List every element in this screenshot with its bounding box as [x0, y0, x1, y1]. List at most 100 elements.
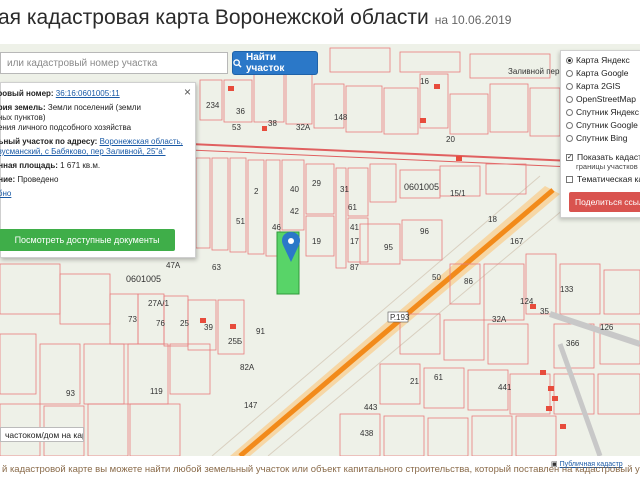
layer-option-google-satellite[interactable]: Спутник Google: [566, 119, 638, 131]
parcel-label: 441: [498, 383, 512, 392]
layer-option-2gis-map[interactable]: Карта 2GIS: [566, 80, 620, 92]
parcel-label: 96: [420, 227, 429, 236]
question-badge[interactable]: частоком/дом на карте?: [0, 427, 84, 442]
parcel-label: 91: [256, 327, 265, 336]
layer-option-bing-satellite[interactable]: Спутник Bing: [566, 132, 627, 144]
parcel-label: 2: [254, 187, 259, 196]
radio-icon: [566, 134, 573, 142]
parcel-label: 61: [434, 373, 443, 382]
view-documents-button[interactable]: Посмотреть доступные документы: [0, 229, 175, 251]
layer-label: Спутник Яндекс: [576, 107, 639, 117]
parcel-label: 40: [290, 185, 299, 194]
parcel-label: 366: [566, 339, 580, 348]
layer-option-yandex-map[interactable]: Карта Яндекс: [566, 54, 630, 66]
map-layers-panel: Карта Яндекс Карта Google Карта 2GIS Ope…: [560, 50, 640, 218]
parcel-label: 51: [236, 217, 245, 226]
parcel-label: 76: [156, 319, 165, 328]
parcel-label: 93: [66, 389, 75, 398]
radio-icon: [566, 69, 573, 77]
radio-icon: [566, 56, 573, 64]
area-value: 1 671 кв.м.: [60, 161, 101, 170]
parcel-label: 21: [410, 377, 419, 386]
parcel-label: 82А: [240, 363, 255, 372]
land-category-value: Земли поселений (земли: [47, 103, 142, 112]
parcel-info-panel: × стровый номер: 36:16:0601005:11 тория …: [0, 82, 196, 258]
radio-icon: [566, 108, 573, 116]
parcel-label: 16: [420, 77, 429, 86]
status-value: Проведено: [17, 175, 59, 184]
area-label: ненная площадь:: [0, 161, 58, 170]
parcel-label: 63: [212, 263, 221, 272]
layer-option-osm[interactable]: OpenStreetMap: [566, 93, 636, 105]
parcel-label: 443: [364, 403, 378, 412]
layer-label: Карта Google: [576, 68, 629, 78]
layer-option-yandex-satellite[interactable]: Спутник Яндекс: [566, 106, 639, 118]
parcel-label: 438: [360, 429, 374, 438]
share-link-button[interactable]: Поделиться ссыл: [569, 192, 640, 212]
parcel-label: 32А: [492, 315, 507, 324]
parcel-label: 147: [244, 401, 258, 410]
radio-icon: [566, 82, 573, 90]
status-label: вание:: [0, 175, 16, 184]
checkbox-label: Показать кадастров: [577, 152, 640, 162]
search-input[interactable]: или кадастровый номер участка: [0, 52, 228, 74]
layer-label: Карта Яндекс: [576, 55, 630, 65]
layer-label: Карта 2GIS: [576, 81, 621, 91]
layer-label: Спутник Bing: [576, 133, 628, 143]
parcel-label: 148: [334, 113, 348, 122]
radio-icon: [566, 95, 573, 103]
find-parcel-button[interactable]: Найти участок: [232, 51, 318, 75]
checkbox-checked-icon: ✓: [566, 153, 573, 161]
land-category-label: тория земель:: [0, 103, 46, 112]
address-value[interactable]: Воронежская область,: [100, 137, 183, 146]
thematic-map-checkbox[interactable]: Тематическая карт: [566, 173, 640, 185]
footer-description: й кадастровой карте вы можете найти любо…: [2, 464, 640, 475]
parcel-label: 86: [464, 277, 473, 286]
land-category-value-2: енных пунктов): [0, 113, 46, 122]
parcel-label: 167: [510, 237, 524, 246]
parcel-label: 39: [204, 323, 213, 332]
search-placeholder: или кадастровый номер участка: [7, 58, 158, 69]
page-title-text: ая кадастровая карта Воронежской области: [0, 6, 429, 29]
layer-option-google-map[interactable]: Карта Google: [566, 67, 629, 79]
block-label: 0601005: [404, 182, 439, 192]
block-label: 0601005: [126, 274, 161, 284]
parcel-label: 25: [180, 319, 189, 328]
parcel-label: 15/1: [450, 189, 466, 198]
parcel-label: 35: [540, 307, 549, 316]
parcel-label: 21: [348, 187, 357, 196]
road-badge: Р.193: [390, 313, 410, 322]
cadastral-number-label: стровый номер:: [0, 89, 54, 98]
parcel-label: 20: [446, 135, 455, 144]
parcel-label: 27А/1: [148, 299, 169, 308]
find-parcel-label: Найти участок: [245, 52, 285, 74]
parcel-label: 73: [128, 315, 137, 324]
parcel-label: 17: [350, 237, 359, 246]
parcel-label: 124: [520, 297, 534, 306]
details-link[interactable]: робно: [0, 189, 11, 198]
parcel-label: 133: [560, 285, 574, 294]
checkbox-sublabel: границы участков: [576, 162, 638, 171]
parcel-label: 29: [312, 179, 321, 188]
parcel-label: 95: [384, 243, 393, 252]
address-value-2[interactable]: вовусманский, с Бабяково, пер Заливной, …: [0, 147, 166, 156]
parcel-label: 42: [290, 207, 299, 216]
cadastral-number-link[interactable]: 36:16:0601005:11: [56, 89, 120, 98]
parcel-label: 50: [432, 273, 441, 282]
land-usage-value: едения личного подсобного хозяйства: [0, 123, 132, 132]
parcel-label: 126: [600, 323, 614, 332]
parcel-label: 119: [150, 387, 163, 396]
parcel-label: 19: [312, 237, 321, 246]
street-label: Заливной пер.: [508, 67, 562, 76]
parcel-label: 47А: [166, 261, 181, 270]
parcel-label: 18: [488, 215, 497, 224]
page-title: ая кадастровая карта Воронежской области…: [0, 6, 511, 30]
checkbox-icon: [566, 175, 573, 183]
parcel-label: 38: [268, 119, 277, 128]
checkbox-label: Тематическая карт: [577, 174, 640, 184]
page-date: на 10.06.2019: [434, 13, 512, 27]
parcel-label: 46: [272, 223, 281, 232]
layer-label: Спутник Google: [576, 120, 638, 130]
parcel-label: 87: [350, 263, 359, 272]
parcel-label: 234: [206, 101, 220, 110]
